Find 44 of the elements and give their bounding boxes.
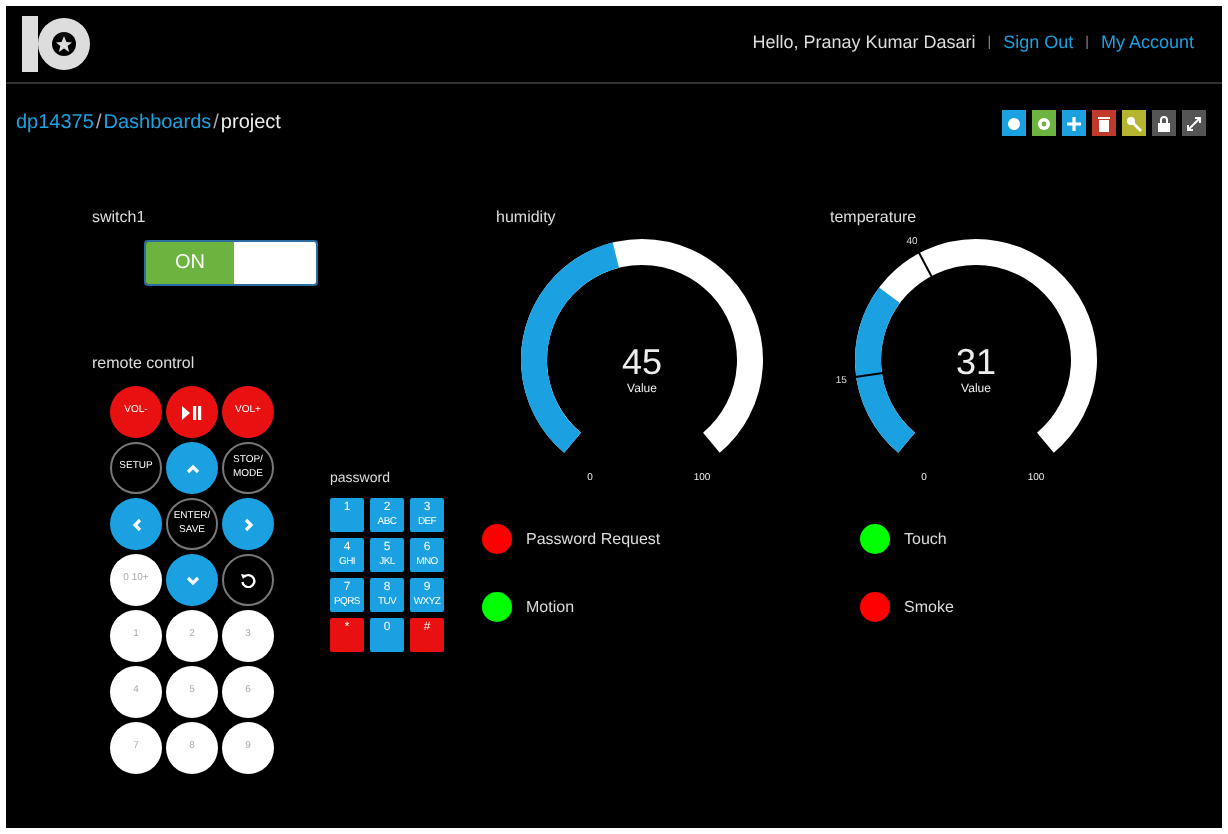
breadcrumb-current: project [220, 110, 281, 138]
expand-icon [1186, 115, 1202, 131]
breadcrumb-separator: / [211, 110, 221, 138]
gauge-marker [854, 372, 884, 378]
indicator-label: Password Request [526, 527, 661, 551]
undo-icon [240, 572, 256, 588]
user-greeting: Hello, Pranay Kumar Dasari [752, 30, 976, 57]
indicator-label: Motion [526, 595, 575, 619]
toolbar-button[interactable] [1092, 110, 1116, 136]
lock-icon [1156, 115, 1172, 131]
gauge-value: 45 [621, 342, 663, 382]
header-link[interactable]: Sign Out [1003, 30, 1074, 58]
settings-icon [1036, 115, 1052, 131]
gauge-title: humidity [494, 206, 558, 230]
remote-key[interactable] [222, 554, 274, 606]
breadcrumb-separator: / [93, 110, 104, 138]
indicator-label: Smoke [904, 595, 954, 619]
switch-label: switch1 [92, 206, 148, 230]
remote-key[interactable] [166, 386, 218, 438]
remote-key[interactable] [166, 554, 218, 606]
toolbar-button[interactable] [1152, 110, 1176, 136]
gauge-title: temperature [828, 206, 919, 230]
gauge-marker [917, 251, 933, 278]
toggle-switch[interactable]: ON [144, 240, 318, 286]
gauge-value: 31 [955, 342, 997, 382]
key-icon [1126, 115, 1142, 131]
trash-icon [1096, 115, 1112, 131]
chevron-right-icon [243, 517, 253, 531]
toolbar-button[interactable] [1182, 110, 1206, 136]
remote-key[interactable] [222, 498, 274, 550]
remote-label: remote control [92, 352, 197, 376]
breadcrumb-link[interactable]: Dashboards [103, 108, 212, 138]
play-pause-icon [182, 405, 202, 419]
chevron-left-icon [131, 517, 141, 531]
help-icon [1006, 115, 1022, 131]
logo-icon[interactable] [20, 12, 92, 76]
header-link[interactable]: My Account [1100, 30, 1194, 58]
breadcrumb-link[interactable]: dp14375 [16, 108, 94, 138]
remote-key[interactable] [166, 442, 218, 494]
chevron-down-icon [185, 575, 199, 585]
chevron-up-icon [185, 463, 199, 473]
indicator-label: Touch [904, 527, 947, 551]
plus-icon [1066, 115, 1082, 131]
remote-key[interactable] [110, 498, 162, 550]
